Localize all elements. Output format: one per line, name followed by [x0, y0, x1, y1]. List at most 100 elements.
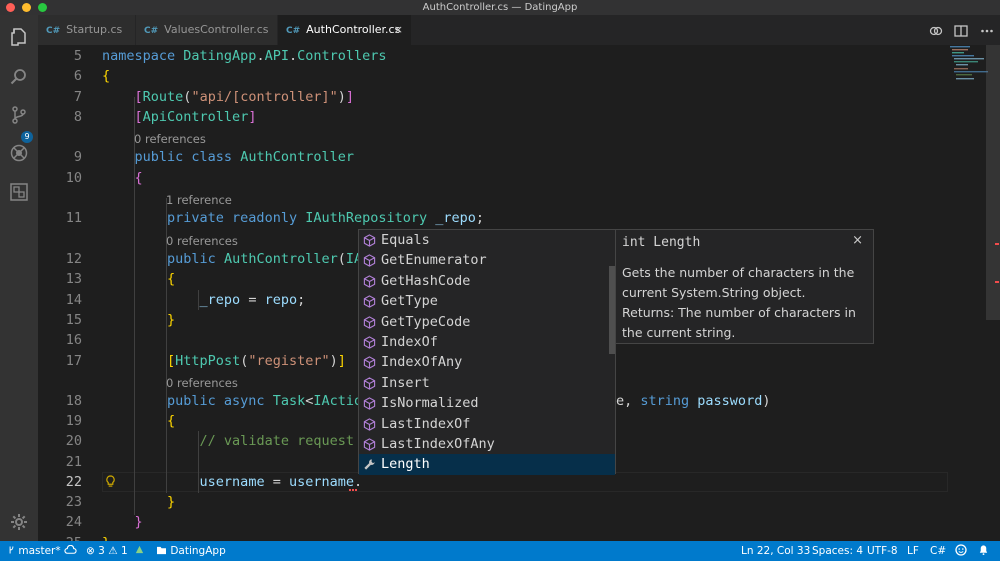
details-body: Gets the number of characters in the cur… — [622, 263, 867, 343]
code-text: [ApiController] — [102, 107, 257, 127]
close-details-icon[interactable]: × — [852, 233, 863, 248]
encoding-setting[interactable]: UTF-8 — [867, 541, 898, 561]
notifications-bell-icon[interactable] — [978, 541, 989, 561]
tab-auth-controller[interactable]: C# AuthController.cs × — [278, 15, 412, 45]
editor-scrollbar[interactable] — [986, 45, 1000, 320]
code-line-18-tail: e, string password) — [616, 391, 770, 411]
sync-icon[interactable] — [64, 541, 77, 561]
problems-indicator[interactable]: ⊗ 3 ⚠ 1 — [86, 541, 128, 561]
feedback-icon[interactable] — [955, 541, 967, 561]
code-token: Task — [272, 393, 306, 409]
suggestion-item[interactable]: LastIndexOf — [359, 414, 615, 434]
line-number: 16 — [65, 332, 82, 348]
code-text: _repo = repo; — [102, 290, 306, 310]
code-lens-references[interactable]: 0 references — [166, 233, 238, 249]
tab-values-controller[interactable]: C# ValuesController.cs — [136, 15, 278, 45]
code-token: private readonly — [167, 210, 306, 226]
code-lens-references[interactable]: 1 reference — [166, 192, 232, 208]
window-title: AuthController.cs — DatingApp — [422, 2, 578, 13]
explorer-icon[interactable] — [9, 27, 29, 47]
suggestion-item[interactable]: Length — [359, 454, 615, 475]
code-token: { — [134, 170, 143, 186]
split-editor-icon[interactable] — [954, 15, 968, 45]
csharp-icon: C# — [144, 26, 159, 36]
code-token: HttpPost — [175, 353, 241, 369]
suggestion-item[interactable]: GetEnumerator — [359, 250, 615, 270]
code-token: ] — [345, 89, 355, 105]
code-text: [Route("api/[controller]")] — [102, 87, 355, 107]
suggestion-item[interactable]: Insert — [359, 373, 615, 393]
code-token: ) — [762, 393, 771, 409]
activity-bar: 9 — [0, 15, 38, 541]
suggestion-item[interactable]: GetHashCode — [359, 271, 615, 291]
branch-indicator[interactable]: master* — [8, 541, 61, 561]
suggestion-item[interactable]: LastIndexOfAny — [359, 434, 615, 454]
project-selector[interactable]: DatingApp — [156, 541, 226, 561]
indentation-setting[interactable]: Spaces: 4 — [812, 541, 863, 561]
code-token: public class — [134, 149, 241, 165]
suggestion-item[interactable]: GetTypeCode — [359, 312, 615, 332]
code-token: = — [240, 292, 265, 308]
suggestion-item[interactable]: Equals — [359, 230, 615, 250]
code-token: API — [264, 48, 289, 64]
open-changes-icon[interactable] — [929, 15, 943, 45]
search-icon[interactable] — [9, 67, 29, 87]
debug-icon[interactable] — [9, 143, 29, 163]
cursor-position[interactable]: Ln 22, Col 33 — [741, 541, 810, 561]
code-token: AuthController — [223, 251, 338, 267]
git-branch-icon — [9, 546, 14, 554]
extensions-icon[interactable] — [9, 182, 29, 202]
suggestion-item[interactable]: IndexOfAny — [359, 352, 615, 372]
language-mode[interactable]: C# — [930, 541, 946, 561]
line-number: 18 — [65, 393, 82, 409]
omnisharp-icon[interactable] — [134, 541, 145, 561]
code-token: public async — [167, 393, 273, 409]
code-text: { — [102, 411, 175, 431]
eol-setting[interactable]: LF — [907, 541, 919, 561]
lightbulb-icon[interactable] — [105, 475, 116, 491]
details-returns: Returns: The number of characters in the… — [622, 305, 856, 340]
suggestion-item[interactable]: GetType — [359, 291, 615, 311]
code-token: } — [134, 514, 143, 530]
error-squiggle — [349, 489, 357, 491]
code-lens-references[interactable]: 0 references — [134, 131, 206, 147]
line-number: 5 — [73, 48, 82, 64]
details-signature: int Length — [622, 235, 701, 250]
tab-bar: C# Startup.cs C# ValuesController.cs C# Aut… — [38, 15, 1000, 45]
line-number: 14 — [65, 292, 82, 308]
code-token: Controllers — [297, 48, 387, 64]
code-token: ) — [329, 353, 338, 369]
error-marker — [995, 281, 999, 283]
close-window-button[interactable] — [6, 3, 15, 12]
settings-gear-icon[interactable] — [9, 512, 29, 532]
code-lens-references[interactable]: 0 references — [166, 375, 238, 391]
line-number: 19 — [65, 413, 82, 429]
suggestion-label: Length — [381, 456, 430, 473]
tab-startup[interactable]: C# Startup.cs — [38, 15, 136, 45]
line-number: 23 — [65, 494, 82, 510]
line-number: 25 — [38, 533, 82, 541]
line-number: 15 — [65, 312, 82, 328]
code-text: { — [102, 269, 175, 289]
maximize-window-button[interactable] — [38, 3, 47, 12]
tab-label: ValuesController.cs — [164, 23, 269, 36]
close-tab-icon[interactable]: × — [394, 15, 403, 45]
minimize-window-button[interactable] — [22, 3, 31, 12]
suggestion-details: int Length × Gets the number of characte… — [615, 229, 874, 344]
error-count: 3 — [98, 545, 105, 557]
code-token: [ — [167, 353, 176, 369]
suggestion-item[interactable]: IsNormalized — [359, 393, 615, 413]
source-control-icon[interactable] — [9, 105, 29, 125]
suggestion-item[interactable]: IndexOf — [359, 332, 615, 352]
code-token: . — [354, 474, 363, 490]
code-token: IAuthRepository — [305, 210, 436, 226]
csharp-icon: C# — [46, 26, 61, 36]
more-actions-icon[interactable] — [980, 15, 994, 45]
